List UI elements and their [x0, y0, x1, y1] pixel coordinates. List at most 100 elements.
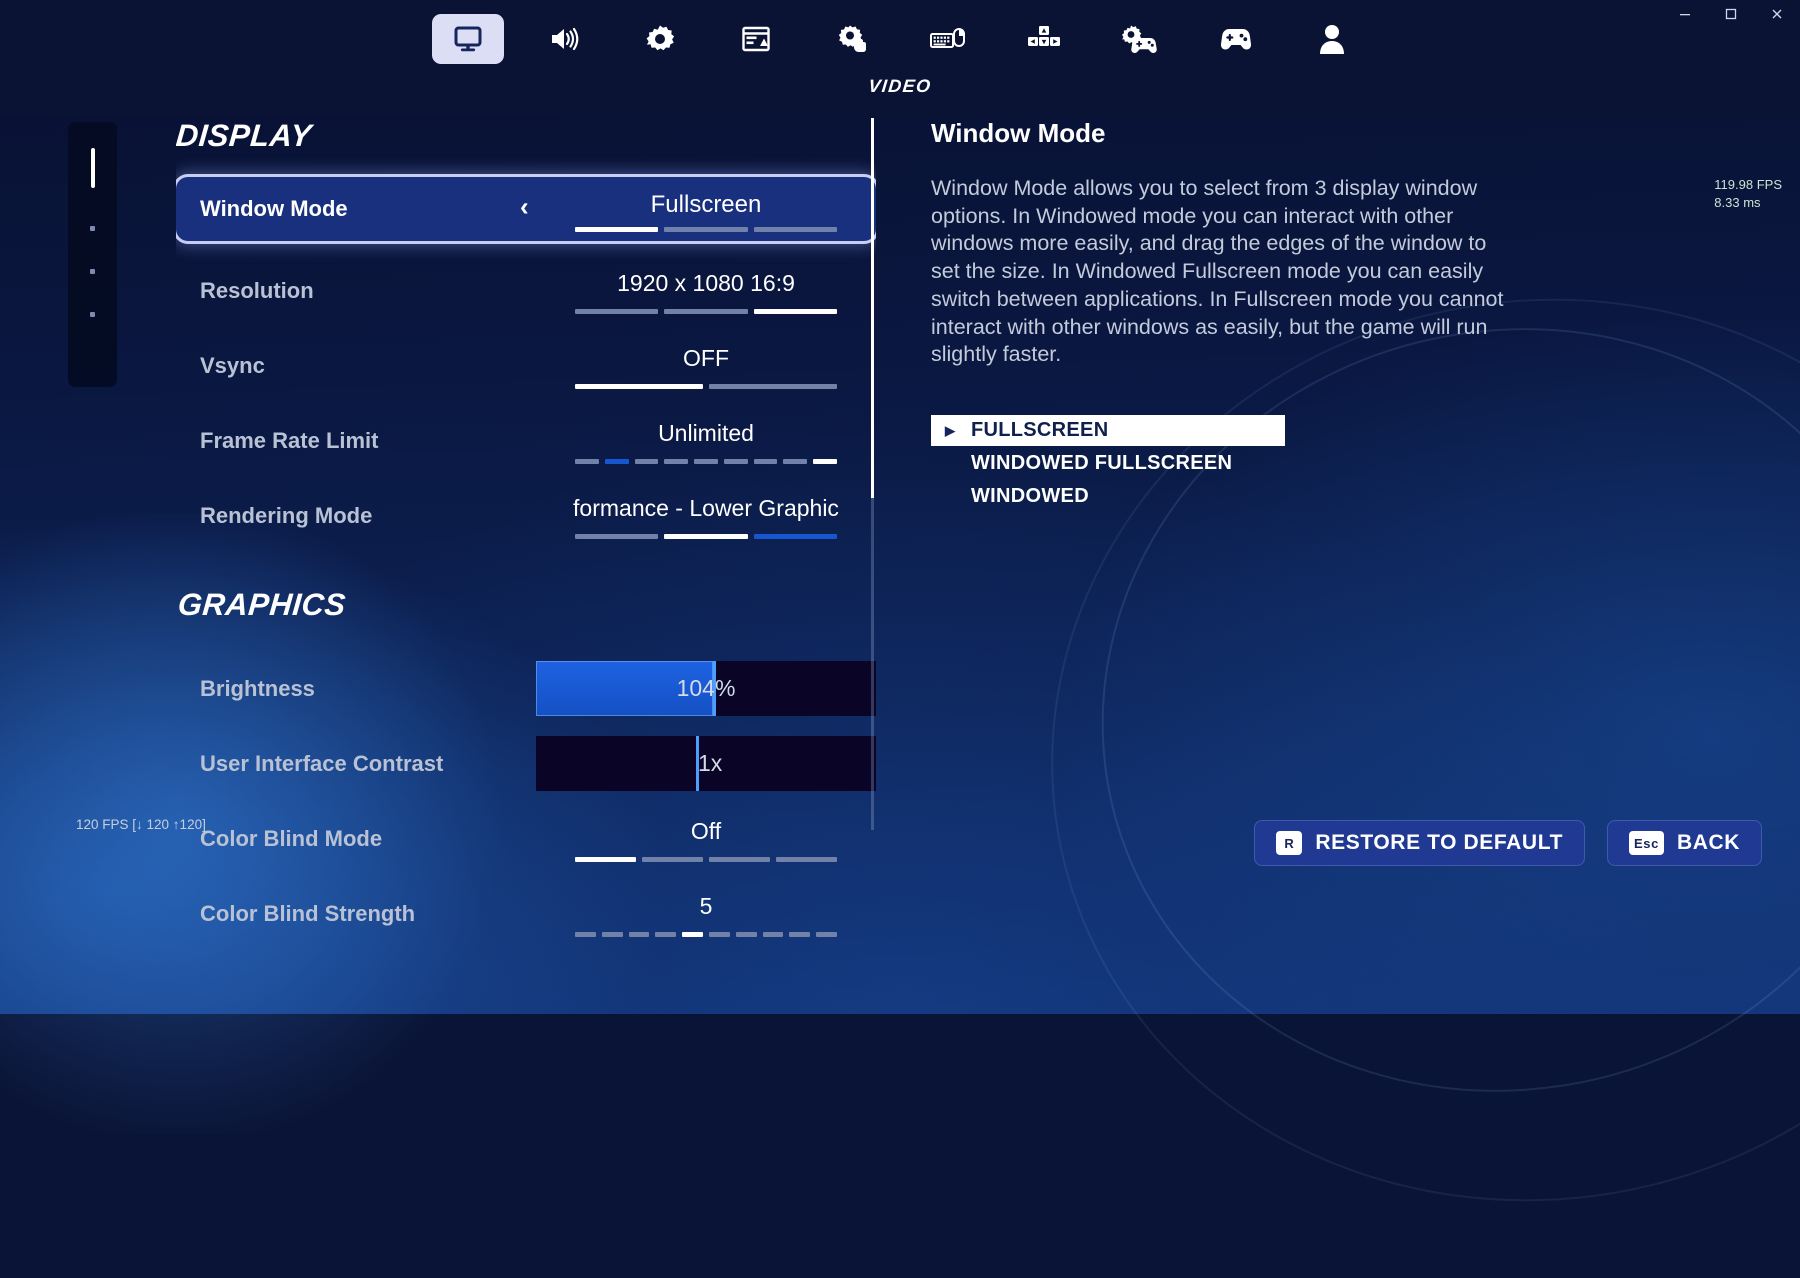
slider-value: 104% — [676, 675, 736, 701]
settings-tab-bar: VIDEO — [0, 14, 1800, 96]
scroll-rail-dot — [90, 226, 95, 231]
segment-indicator — [575, 309, 837, 314]
segment — [601, 932, 623, 937]
setting-row-brightness[interactable]: Brightness 104% — [176, 651, 876, 726]
controller-gear-icon — [1122, 24, 1158, 54]
gear-icon — [644, 23, 676, 55]
brightness-slider[interactable]: 104% — [536, 661, 876, 716]
setting-value-area: OFF — [536, 328, 876, 403]
setting-label: Brightness — [200, 675, 315, 701]
segment — [816, 932, 837, 937]
segment-indicator — [575, 534, 837, 539]
setting-row-resolution[interactable]: Resolution 1920 x 1080 16:9 — [176, 253, 876, 328]
close-icon[interactable] — [1754, 1, 1800, 27]
frametime-value: 8.33 ms — [1714, 194, 1761, 210]
tab-account[interactable] — [1296, 14, 1368, 64]
window-mode-options: ▶ FULLSCREEN WINDOWED FULLSCREEN WINDOWE… — [931, 415, 1285, 512]
segment — [664, 459, 689, 464]
scroll-rail[interactable] — [68, 122, 117, 387]
setting-value-area: Off — [536, 801, 876, 876]
tab-hud-layout[interactable] — [720, 14, 792, 64]
segment-indicator — [575, 932, 837, 937]
tab-controller-settings[interactable] — [1104, 14, 1176, 64]
segment — [753, 534, 837, 539]
option-windowed-fullscreen[interactable]: WINDOWED FULLSCREEN — [931, 448, 1285, 479]
segment — [708, 932, 730, 937]
segment — [664, 227, 748, 232]
tab-accessibility[interactable] — [816, 14, 888, 64]
setting-value: Off — [690, 818, 722, 844]
fps-overlay: 119.98 FPS 8.33 ms — [1714, 176, 1782, 211]
back-button[interactable]: Esc BACK — [1607, 820, 1762, 866]
tab-audio[interactable] — [528, 14, 600, 64]
setting-row-window-mode[interactable]: Window Mode ‹ Fullscreen › — [176, 177, 876, 241]
button-label: RESTORE TO DEFAULT — [1315, 831, 1563, 854]
setting-row-ui-contrast[interactable]: User Interface Contrast 1x — [176, 726, 876, 801]
setting-row-rendering-mode[interactable]: Rendering Mode formance - Lower Graphic — [176, 478, 876, 553]
setting-row-frame-rate-limit[interactable]: Frame Rate Limit Unlimited — [176, 403, 876, 478]
panel-scrollbar-thumb[interactable] — [871, 118, 874, 498]
option-windowed[interactable]: WINDOWED — [931, 481, 1285, 512]
setting-row-vsync[interactable]: Vsync OFF — [176, 328, 876, 403]
tab-input-keys[interactable] — [1008, 14, 1080, 64]
segment — [776, 857, 837, 862]
segment — [575, 227, 659, 232]
setting-label: Frame Rate Limit — [200, 427, 379, 453]
monitor-icon — [452, 23, 484, 55]
segment — [575, 932, 596, 937]
segment-indicator — [575, 857, 837, 862]
setting-row-color-blind-mode[interactable]: Color Blind Mode Off — [176, 801, 876, 876]
option-label: FULLSCREEN — [971, 419, 1109, 442]
segment — [664, 534, 748, 539]
setting-value-area: 1x — [536, 726, 876, 801]
tab-controller[interactable] — [1200, 14, 1272, 64]
chevron-left-icon[interactable]: ‹ — [520, 193, 529, 219]
scroll-rail-dot — [90, 269, 95, 274]
key-esc-icon: Esc — [1629, 831, 1664, 855]
setting-value: formance - Lower Graphic — [573, 495, 839, 521]
segment — [735, 932, 757, 937]
setting-label: Window Mode — [200, 196, 348, 221]
tab-video[interactable] — [432, 14, 504, 64]
setting-label: Color Blind Mode — [200, 825, 383, 851]
setting-label: Vsync — [200, 352, 265, 378]
setting-value-area: 104% — [536, 651, 876, 726]
segment — [709, 384, 837, 389]
tab-keyboard-mouse[interactable] — [912, 14, 984, 64]
option-fullscreen[interactable]: ▶ FULLSCREEN — [931, 415, 1285, 447]
controller-icon — [1219, 26, 1253, 52]
scroll-rail-dot — [90, 312, 95, 317]
setting-value: OFF — [683, 345, 729, 371]
tab-game[interactable] — [624, 14, 696, 64]
segment — [682, 932, 703, 937]
dpad-keys-icon — [1027, 24, 1061, 54]
segment-indicator — [575, 459, 838, 464]
setting-label: Color Blind Strength — [200, 900, 416, 926]
scroll-rail-thumb[interactable] — [90, 148, 95, 188]
setting-label: Resolution — [200, 277, 314, 303]
segment — [753, 309, 837, 314]
setting-row-color-blind-strength[interactable]: Color Blind Strength 5 — [176, 876, 876, 948]
option-label: WINDOWED — [971, 485, 1089, 508]
setting-value-area: 1920 x 1080 16:9 — [536, 253, 876, 328]
segment — [762, 932, 784, 937]
segment — [642, 857, 703, 862]
account-icon — [1319, 24, 1345, 54]
performance-readout: 120 FPS [↓ 120 ↑120] — [76, 817, 206, 832]
segment — [604, 459, 629, 464]
segment — [694, 459, 718, 464]
setting-label: Rendering Mode — [200, 502, 373, 528]
minimize-icon[interactable] — [1662, 1, 1708, 27]
segment — [655, 932, 677, 937]
section-heading-graphics: GRAPHICS — [176, 587, 348, 622]
info-panel: Window Mode Window Mode allows you to se… — [931, 118, 1531, 514]
segment — [753, 459, 778, 464]
option-label: WINDOWED FULLSCREEN — [971, 452, 1233, 475]
maximize-icon[interactable] — [1708, 1, 1754, 27]
segment-indicator — [575, 384, 837, 389]
setting-value: 1920 x 1080 16:9 — [617, 270, 795, 296]
segment — [813, 459, 838, 464]
ui-contrast-slider[interactable]: 1x — [536, 736, 876, 791]
slider-value: 1x — [698, 750, 723, 776]
restore-to-default-button[interactable]: R RESTORE TO DEFAULT — [1254, 820, 1585, 866]
